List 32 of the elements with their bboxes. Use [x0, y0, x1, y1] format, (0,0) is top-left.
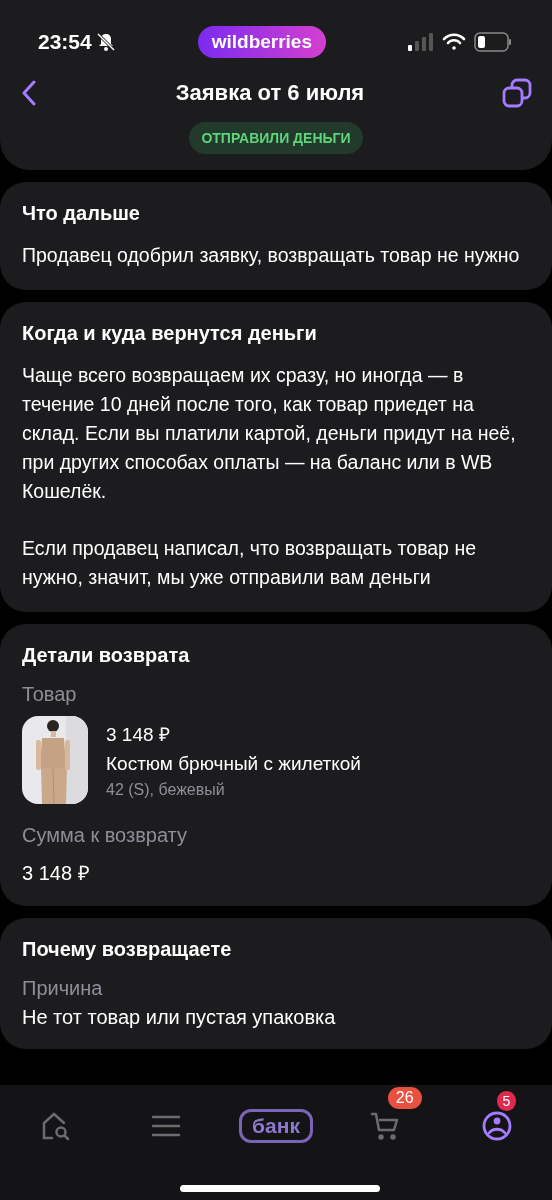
clock: 23:54 — [38, 30, 92, 54]
body-text: Продавец одобрил заявку, возвращать товар не нужно — [22, 243, 521, 268]
status-badge: ОТПРАВИЛИ ДЕНЬГИ — [189, 122, 363, 154]
product-name: Костюм брючный с жилеткой — [106, 753, 361, 775]
cart-tab[interactable]: 26 — [347, 1085, 424, 1147]
muted-bell-icon — [95, 32, 116, 52]
profile-icon — [480, 1110, 513, 1142]
refund-amount: 3 148 ₽ — [22, 861, 91, 886]
brand-logo: wildberries — [197, 26, 326, 58]
wifi-icon — [442, 33, 466, 51]
back-icon[interactable] — [20, 80, 38, 106]
body-text: Если продавец написал, что возвращать товар не нужно, значит, мы уже отправили вам деньги — [22, 536, 477, 590]
copy-icon[interactable] — [502, 78, 532, 108]
notification-badge: 5 — [496, 1091, 517, 1111]
profile-tab[interactable]: 5 — [458, 1085, 535, 1147]
card-title: Когда и куда вернутся деньги — [22, 322, 318, 345]
product-variant: 42 (S), бежевый — [106, 781, 226, 799]
card-title: Что дальше — [22, 202, 141, 225]
battery-icon — [474, 32, 512, 52]
product-price: 3 148 ₽ — [106, 723, 171, 747]
page-title: Заявка от 6 июля — [175, 80, 365, 106]
field-label: Сумма к возврату — [22, 824, 188, 847]
bank-tab[interactable]: банк — [239, 1109, 313, 1143]
field-label: Товар — [22, 683, 78, 706]
signal-icon — [408, 33, 434, 51]
reason-text: Не тот товар или пустая упаковка — [22, 1006, 337, 1029]
field-label: Причина — [22, 977, 104, 1000]
body-text: Чаще всего возвращаем их сразу, но иногда — в течение 10 дней после того, как товар приедет на склад. Если вы платили картой, деньги придут на неё, при других способах оплаты — на баланс или в WB Кошелёк. — [22, 363, 517, 504]
notification-badge: 26 — [387, 1087, 422, 1109]
card-title: Почему возвращаете — [22, 938, 233, 961]
menu-icon — [151, 1114, 182, 1138]
card-title: Детали возврата — [22, 644, 191, 667]
